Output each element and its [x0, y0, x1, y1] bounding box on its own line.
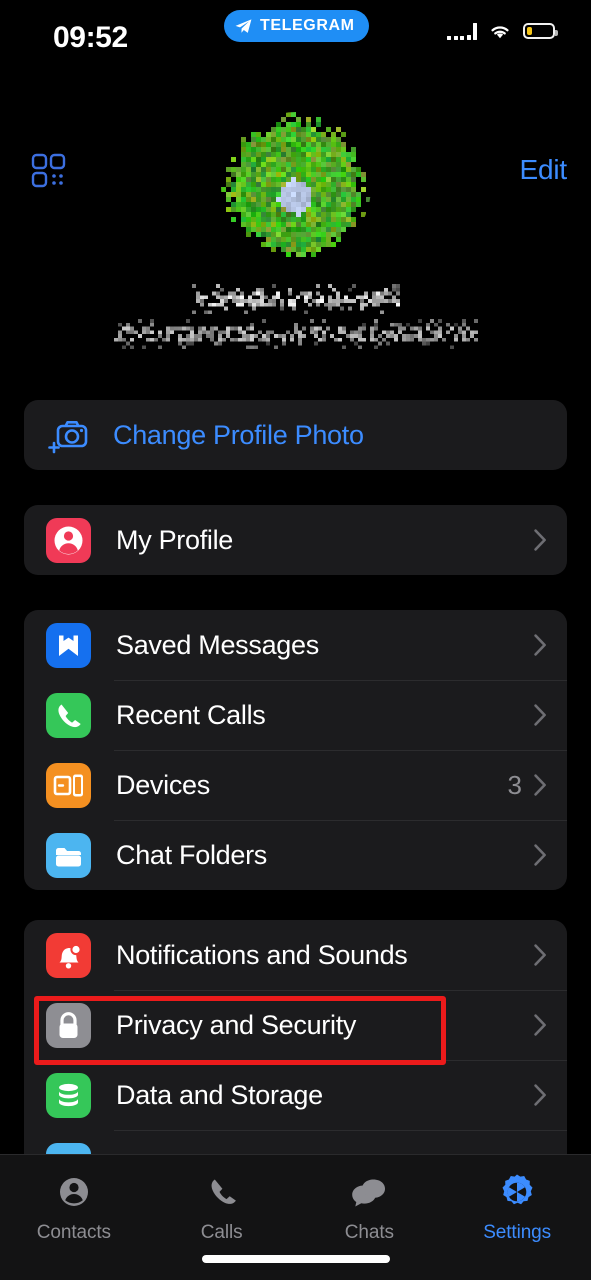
person-icon — [54, 1171, 94, 1213]
chevron-right-icon — [534, 944, 547, 966]
settings-group-profile-group: My Profile — [24, 505, 567, 575]
profile-avatar-pixelated[interactable] — [221, 112, 371, 262]
paper-plane-icon — [234, 17, 253, 36]
row-label-data-and-storage: Data and Storage — [116, 1080, 534, 1111]
row-value-devices: 3 — [508, 770, 522, 801]
bookmark-icon — [46, 623, 91, 668]
row-privacy-and-security[interactable]: Privacy and Security — [24, 990, 567, 1060]
row-label-recent-calls: Recent Calls — [116, 700, 534, 731]
tab-chats[interactable]: Chats — [296, 1171, 444, 1244]
cellular-signal-icon — [447, 22, 477, 40]
row-change-profile-photo[interactable]: Change Profile Photo — [24, 400, 567, 470]
phone-icon — [202, 1171, 242, 1213]
row-label-privacy-and-security: Privacy and Security — [116, 1010, 534, 1041]
tab-settings[interactable]: Settings — [443, 1171, 591, 1244]
chevron-right-icon — [534, 1084, 547, 1106]
status-bar-clock: 09:52 — [53, 21, 128, 55]
chevron-right-icon — [534, 774, 547, 796]
battery-low-icon — [523, 23, 555, 39]
row-label-change-profile-photo: Change Profile Photo — [113, 420, 547, 451]
chevron-right-icon — [534, 704, 547, 726]
tab-label-settings: Settings — [483, 1222, 551, 1244]
profile-subtitle-redacted — [114, 319, 478, 349]
profile-name-text — [296, 314, 297, 315]
chevron-right-icon — [534, 634, 547, 656]
row-saved-messages[interactable]: Saved Messages — [24, 610, 567, 680]
settings-group-change-photo-group: Change Profile Photo — [24, 400, 567, 470]
row-recent-calls[interactable]: Recent Calls — [24, 680, 567, 750]
tab-label-chats: Chats — [345, 1222, 394, 1244]
chevron-right-icon — [534, 1014, 547, 1036]
settings-group-main-group: Saved Messages Recent Calls Devices 3 Chat F… — [24, 610, 567, 890]
tab-label-calls: Calls — [201, 1222, 243, 1244]
chevron-right-icon — [534, 844, 547, 866]
profile-name-redacted — [192, 284, 400, 314]
camera-plus-icon — [46, 413, 91, 458]
row-notifications-and-sounds[interactable]: Notifications and Sounds — [24, 920, 567, 990]
database-icon — [46, 1073, 91, 1118]
telegram-app-pill-label: TELEGRAM — [260, 17, 355, 35]
row-label-chat-folders: Chat Folders — [116, 840, 534, 871]
tab-contacts[interactable]: Contacts — [0, 1171, 148, 1244]
telegram-app-pill[interactable]: TELEGRAM — [224, 10, 369, 42]
row-label-devices: Devices — [116, 770, 508, 801]
folder-icon — [46, 833, 91, 878]
gear-icon — [496, 1171, 538, 1213]
status-bar: 09:52 TELEGRAM — [0, 0, 591, 68]
home-indicator — [202, 1255, 390, 1263]
lock-icon — [46, 1003, 91, 1048]
phone-icon — [46, 693, 91, 738]
wifi-icon — [488, 22, 512, 40]
profile-subtitle-text — [296, 349, 297, 350]
tab-label-contacts: Contacts — [37, 1222, 111, 1244]
row-data-and-storage[interactable]: Data and Storage — [24, 1060, 567, 1130]
chat-bubbles-icon — [348, 1171, 390, 1213]
row-label-notifications-and-sounds: Notifications and Sounds — [116, 940, 534, 971]
chevron-right-icon — [534, 529, 547, 551]
status-bar-indicators — [447, 22, 555, 40]
row-my-profile[interactable]: My Profile — [24, 505, 567, 575]
tab-calls[interactable]: Calls — [148, 1171, 296, 1244]
row-label-my-profile: My Profile — [116, 525, 534, 556]
row-label-saved-messages: Saved Messages — [116, 630, 534, 661]
bell-icon — [46, 933, 91, 978]
telegram-settings-screen: 09:52 TELEGRAM Edit Change Profile Photo… — [0, 0, 591, 1280]
row-devices[interactable]: Devices 3 — [24, 750, 567, 820]
devices-icon — [46, 763, 91, 808]
person-circle-icon — [46, 518, 91, 563]
row-chat-folders[interactable]: Chat Folders — [24, 820, 567, 890]
profile-header — [0, 112, 591, 349]
